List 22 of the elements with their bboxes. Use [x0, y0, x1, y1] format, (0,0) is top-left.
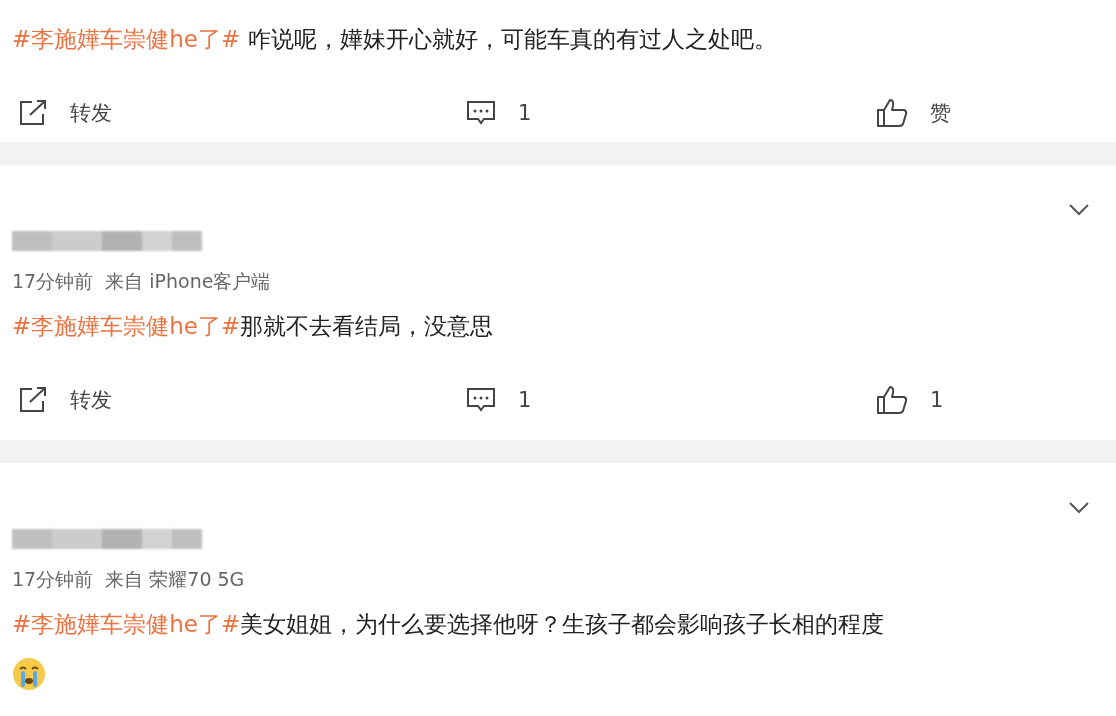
like-count: 赞	[930, 100, 951, 127]
comment-meta: 17分钟前 来自 iPhone客户端	[12, 269, 272, 294]
topic-link[interactable]: #李施嬅车崇健he了#	[12, 313, 241, 339]
topic-link[interactable]: #李施嬅车崇健he了#	[12, 611, 241, 637]
comment-icon[interactable]	[466, 100, 496, 126]
chevron-down-icon[interactable]	[1068, 501, 1090, 515]
chevron-down-icon[interactable]	[1068, 203, 1090, 217]
share-label[interactable]: 转发	[70, 99, 112, 127]
comment-icon[interactable]	[466, 387, 496, 413]
thumbs-up-icon[interactable]	[876, 385, 908, 415]
comment-text: #李施嬅车崇健he了#美女姐姐，为什么要选择他呀？生孩子都会影响孩子长相的程度	[12, 610, 886, 639]
comment-text: #李施嬅车崇健he了# 咋说呢，嬅妹开心就好，可能车真的有过人之处吧。	[12, 25, 778, 54]
comment-count: 1	[518, 388, 532, 412]
comment-count: 1	[518, 101, 532, 125]
share-icon[interactable]	[18, 99, 48, 127]
comment-text: #李施嬅车崇健he了#那就不去看结局，没意思	[12, 312, 495, 341]
thumbs-up-icon[interactable]	[876, 98, 908, 128]
share-label[interactable]: 转发	[70, 386, 112, 414]
share-icon[interactable]	[18, 386, 48, 414]
topic-link[interactable]: #李施嬅车崇健he了#	[12, 26, 241, 52]
like-count: 1	[930, 388, 944, 412]
comment-meta: 17分钟前 来自 荣耀70 5G	[12, 567, 246, 592]
